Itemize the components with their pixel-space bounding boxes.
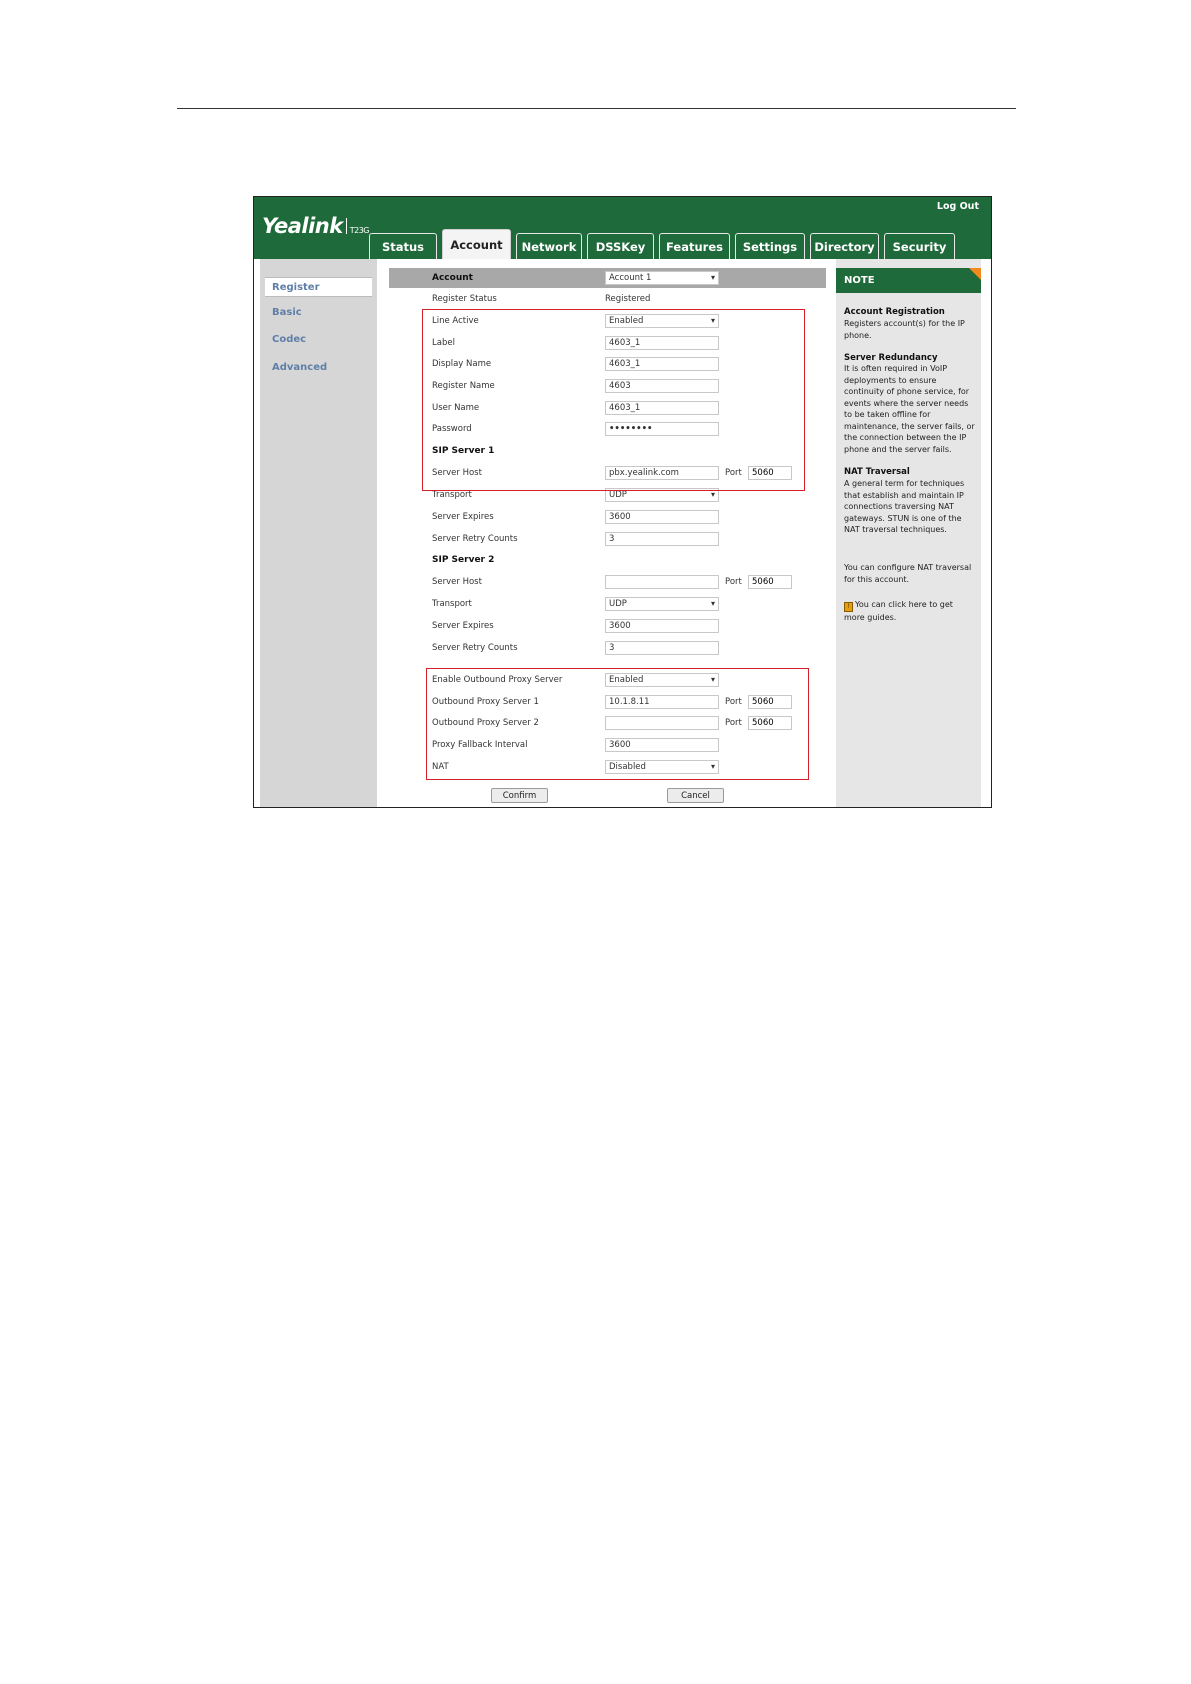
note-text-account-registration: Registers account(s) for the IP phone.: [844, 319, 965, 340]
tab-network[interactable]: Network: [516, 233, 582, 259]
sip2-transport-label: Transport: [432, 599, 472, 609]
tab-status[interactable]: Status: [369, 233, 437, 259]
note-configure-text: You can configure NAT traversal for this…: [844, 563, 972, 584]
tab-security[interactable]: Security: [884, 233, 955, 259]
yealink-logo: Yealink T23G: [262, 214, 370, 238]
sip1-server-expires-label: Server Expires: [432, 512, 494, 522]
logout-link[interactable]: Log Out: [937, 201, 979, 212]
register-status-value: Registered: [605, 294, 651, 304]
note-guide-link[interactable]: ! You can click here to get more guides.: [844, 599, 976, 624]
guide-book-icon: !: [844, 602, 853, 612]
page-top-rule: [177, 108, 1016, 109]
confirm-button[interactable]: Confirm: [491, 788, 548, 803]
sip-server-2-heading: SIP Server 2: [432, 555, 495, 565]
note-title-nat-traversal: NAT Traversal: [844, 467, 910, 477]
account-select[interactable]: Account 1: [605, 271, 719, 285]
tab-directory[interactable]: Directory: [810, 233, 879, 259]
sip2-port-label: Port: [725, 577, 742, 587]
sip2-transport-select[interactable]: UDP: [605, 597, 719, 611]
note-title-server-redundancy: Server Redundancy: [844, 353, 938, 363]
sip1-server-expires-input[interactable]: 3600: [605, 510, 719, 524]
sip1-server-retry-label: Server Retry Counts: [432, 534, 518, 544]
sip2-port-input[interactable]: 5060: [748, 575, 792, 589]
tab-features[interactable]: Features: [659, 233, 730, 259]
highlight-box-outbound-proxy: [426, 668, 809, 780]
sip2-server-host-input[interactable]: [605, 575, 719, 589]
yealink-web-ui: Yealink T23G Log Out Status Account Netwo…: [253, 196, 992, 808]
note-header: NOTE: [836, 268, 981, 293]
sip1-transport-label: Transport: [432, 490, 472, 500]
sidebar-item-advanced[interactable]: Advanced: [272, 362, 327, 373]
sip2-server-expires-input[interactable]: 3600: [605, 619, 719, 633]
note-corner-icon: [969, 268, 981, 280]
sidebar-item-codec[interactable]: Codec: [272, 334, 306, 345]
note-text-nat-traversal: A general term for techniques that estab…: [844, 479, 965, 534]
tab-account[interactable]: Account: [442, 229, 511, 260]
tab-dsskey[interactable]: DSSKey: [587, 233, 654, 259]
account-label: Account: [432, 273, 473, 283]
sidebar-item-register[interactable]: Register: [265, 277, 372, 297]
sip2-server-expires-label: Server Expires: [432, 621, 494, 631]
sip2-server-retry-input[interactable]: 3: [605, 641, 719, 655]
sidebar-item-basic[interactable]: Basic: [272, 307, 302, 318]
tab-settings[interactable]: Settings: [735, 233, 805, 259]
note-title-account-registration: Account Registration: [844, 307, 945, 317]
highlight-box-registration: [422, 309, 805, 491]
sip2-server-host-label: Server Host: [432, 577, 482, 587]
sip1-server-retry-input[interactable]: 3: [605, 532, 719, 546]
register-status-label: Register Status: [432, 294, 497, 304]
cancel-button[interactable]: Cancel: [667, 788, 724, 803]
note-guide-text: You can click here to get more guides.: [844, 600, 953, 622]
sip2-server-retry-label: Server Retry Counts: [432, 643, 518, 653]
note-text-server-redundancy: It is often required in VoIP deployments…: [844, 364, 975, 454]
